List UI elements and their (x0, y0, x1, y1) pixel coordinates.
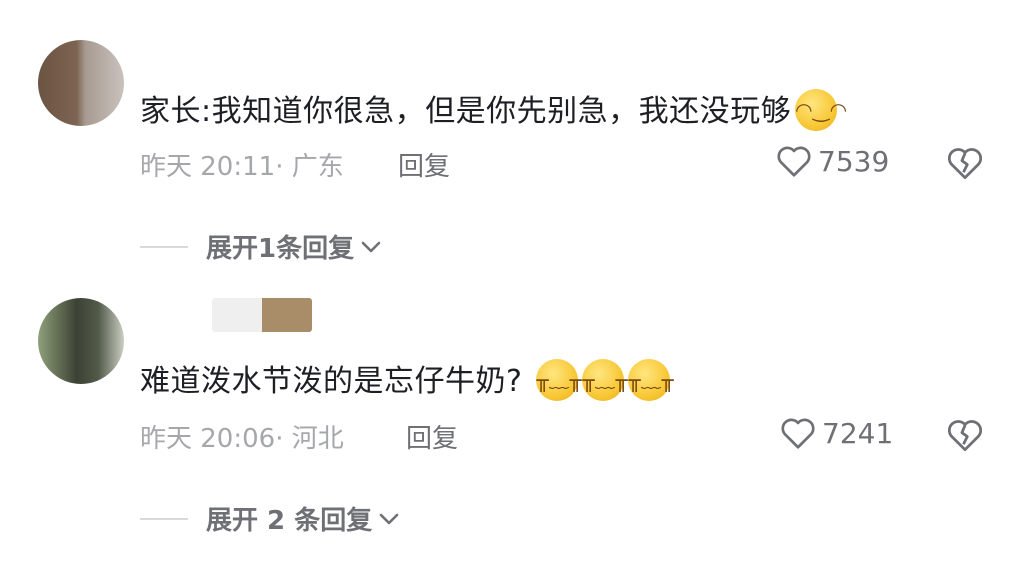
like-button[interactable]: 7241 (780, 416, 893, 450)
like-count: 7539 (818, 144, 890, 178)
comment-location: · 广东 (275, 152, 344, 182)
expand-replies-label: 展开1条回复 (206, 234, 355, 264)
comment-text-body: 难道泼水节泼的是忘仔牛奶? (140, 364, 523, 399)
comment-meta: 昨天 20:11· 广东 (140, 146, 344, 183)
crying-face-icon: ╥﹏╥ (536, 358, 582, 401)
expand-replies-button[interactable]: 展开1条回复 (140, 228, 382, 265)
comment-meta: 昨天 20:06· 河北 (140, 418, 344, 455)
chevron-down-icon (379, 513, 399, 524)
divider-line (140, 517, 188, 520)
comment-time: 昨天 20:11 (140, 152, 276, 182)
expand-replies-button[interactable]: 展开 2 条回复 (140, 500, 400, 537)
avatar[interactable] (38, 40, 124, 126)
heart-icon (781, 418, 815, 449)
avatar[interactable] (38, 298, 124, 384)
broken-heart-icon[interactable] (946, 418, 984, 452)
chevron-down-icon (361, 241, 381, 252)
expand-replies-label: 展开 2 条回复 (206, 506, 373, 536)
comment-text[interactable]: 难道泼水节泼的是忘仔牛奶? ╥﹏╥╥﹏╥╥﹏╥ (140, 356, 674, 404)
comment-text[interactable]: 家长:我知道你很急，但是你先别急，我还没玩够 ◠‿◠ (140, 86, 847, 134)
crying-face-icon: ╥﹏╥ (628, 358, 674, 401)
divider-line (140, 245, 188, 248)
heart-icon (777, 146, 811, 177)
reply-button[interactable]: 回复 (406, 418, 458, 455)
comment-location: · 河北 (275, 424, 344, 454)
broken-heart-icon[interactable] (946, 146, 984, 180)
comment-time: 昨天 20:06 (140, 424, 276, 454)
reply-button[interactable]: 回复 (398, 146, 450, 183)
comment-text-body: 家长:我知道你很急，但是你先别急，我还没玩够 (140, 94, 792, 129)
username[interactable] (212, 298, 312, 332)
like-count: 7241 (822, 416, 894, 450)
like-button[interactable]: 7539 (776, 144, 889, 178)
crying-face-icon: ╥﹏╥ (582, 358, 628, 401)
grinning-face-icon: ◠‿◠ (795, 88, 847, 131)
